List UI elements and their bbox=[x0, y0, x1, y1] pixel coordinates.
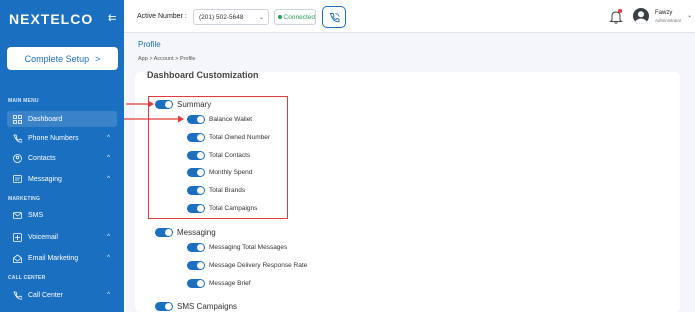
connection-status-badge: Connected bbox=[274, 9, 316, 25]
chevron-up-icon: ^ bbox=[107, 176, 110, 182]
chevron-right-icon: > bbox=[95, 53, 101, 64]
notification-badge bbox=[618, 9, 622, 13]
user-menu-chevron-down-icon[interactable]: ⌄ bbox=[687, 12, 692, 19]
card-title: Dashboard Customization bbox=[147, 70, 259, 80]
message-icon bbox=[12, 174, 22, 184]
section-call-center: CALL CENTER bbox=[8, 275, 46, 281]
notification-bell-icon[interactable] bbox=[609, 9, 623, 25]
complete-setup-label: Complete Setup bbox=[24, 53, 90, 64]
topbar: Active Number : (201) 502-5648 ⌄ Connect… bbox=[124, 0, 695, 33]
phone-icon bbox=[12, 290, 22, 300]
chevron-up-icon: ^ bbox=[107, 234, 110, 240]
toggle-label: Messaging Total Messages bbox=[209, 244, 288, 251]
messaging-label: Messaging bbox=[177, 228, 216, 237]
sidebar-item-phone-numbers[interactable]: Phone Numbers ^ bbox=[7, 130, 117, 146]
sidebar: NEXTELCO ⇇ Complete Setup > MAIN MENU Da… bbox=[0, 0, 124, 312]
call-button[interactable] bbox=[322, 6, 346, 28]
sms-campaigns-toggle-row[interactable]: SMS Campaigns bbox=[155, 302, 237, 311]
sidebar-item-contacts[interactable]: Contacts ^ bbox=[7, 150, 117, 166]
chevron-up-icon: ^ bbox=[107, 155, 110, 161]
breadcrumb: App > Account > Profile bbox=[138, 56, 196, 62]
sidebar-item-label: Phone Numbers bbox=[28, 134, 79, 142]
messaging-toggle-row[interactable]: Messaging bbox=[155, 228, 216, 237]
active-number-label: Active Number : bbox=[137, 13, 187, 20]
phone-call-icon bbox=[329, 12, 339, 22]
collapse-sidebar-icon[interactable]: ⇇ bbox=[108, 13, 116, 24]
toggle-label: Message Delivery Response Rate bbox=[209, 262, 308, 269]
chevron-up-icon: ^ bbox=[107, 292, 110, 298]
sms-campaigns-toggle[interactable] bbox=[155, 302, 173, 311]
sidebar-item-messaging[interactable]: Messaging ^ bbox=[7, 171, 117, 187]
chevron-up-icon: ^ bbox=[107, 255, 110, 261]
sidebar-item-sms[interactable]: SMS bbox=[7, 207, 117, 223]
message-brief-toggle-row[interactable]: Message Brief bbox=[187, 279, 251, 288]
active-number-value: (201) 502-5648 bbox=[199, 13, 244, 21]
toggle-switch[interactable] bbox=[187, 243, 205, 252]
toggle-switch[interactable] bbox=[187, 279, 205, 288]
connection-status-text: Connected bbox=[283, 13, 315, 21]
contacts-icon bbox=[12, 153, 22, 163]
sms-icon bbox=[12, 210, 22, 220]
sidebar-item-label: Messaging bbox=[28, 175, 62, 183]
page-title: Profile bbox=[138, 40, 161, 49]
section-marketing: MARKETING bbox=[8, 196, 41, 202]
sidebar-item-voicemail[interactable]: Voicemail ^ bbox=[7, 229, 117, 245]
voicemail-icon bbox=[12, 232, 22, 242]
toggle-label: Message Brief bbox=[209, 280, 251, 287]
message-delivery-rate-toggle-row[interactable]: Message Delivery Response Rate bbox=[187, 261, 307, 270]
sidebar-item-email-marketing[interactable]: Email Marketing ^ bbox=[7, 250, 117, 266]
arrow-right-icon bbox=[124, 115, 184, 123]
section-main-menu: MAIN MENU bbox=[8, 98, 39, 104]
email-icon bbox=[12, 253, 22, 263]
sidebar-item-label: Email Marketing bbox=[28, 254, 79, 262]
messaging-toggle[interactable] bbox=[155, 228, 173, 237]
app-logo: NEXTELCO bbox=[9, 11, 94, 27]
complete-setup-button[interactable]: Complete Setup > bbox=[7, 47, 118, 70]
avatar[interactable] bbox=[633, 8, 649, 24]
sidebar-item-label: Voicemail bbox=[28, 233, 58, 241]
phone-icon bbox=[12, 133, 22, 143]
status-dot-icon bbox=[278, 15, 282, 19]
chevron-down-icon: ⌄ bbox=[258, 14, 264, 21]
sidebar-item-label: Dashboard bbox=[28, 115, 63, 123]
sms-campaigns-label: SMS Campaigns bbox=[177, 302, 238, 311]
active-number-select[interactable]: (201) 502-5648 ⌄ bbox=[193, 9, 269, 25]
grid-icon bbox=[12, 114, 22, 124]
chevron-up-icon: ^ bbox=[107, 135, 110, 141]
sidebar-item-label: Call Center bbox=[28, 291, 64, 299]
arrow-right-icon bbox=[126, 100, 154, 108]
user-role: Administrator bbox=[655, 18, 682, 23]
sidebar-item-label: SMS bbox=[28, 211, 44, 219]
toggle-switch[interactable] bbox=[187, 261, 205, 270]
messaging-total-messages-toggle-row[interactable]: Messaging Total Messages bbox=[187, 243, 287, 252]
sidebar-item-dashboard[interactable]: Dashboard bbox=[7, 111, 117, 127]
sidebar-item-label: Contacts bbox=[28, 154, 56, 162]
user-name: Fawzy bbox=[655, 10, 673, 16]
sidebar-item-call-center[interactable]: Call Center ^ bbox=[7, 287, 117, 303]
